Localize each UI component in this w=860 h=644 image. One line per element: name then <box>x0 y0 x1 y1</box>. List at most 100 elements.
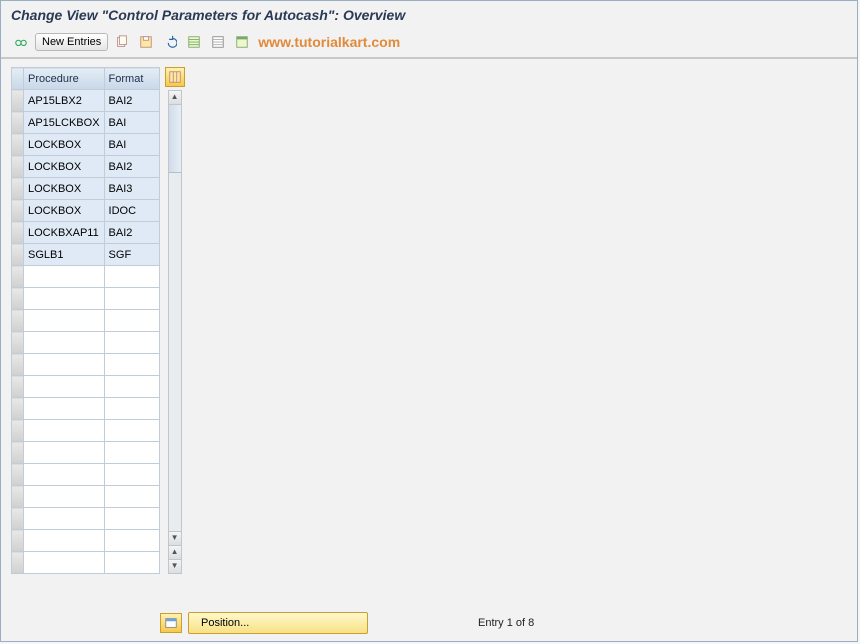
row-selector[interactable] <box>12 486 24 508</box>
table-row[interactable] <box>12 508 160 530</box>
cell-format[interactable] <box>104 530 159 552</box>
position-icon[interactable] <box>160 613 182 633</box>
cell-procedure[interactable] <box>24 376 105 398</box>
cell-procedure[interactable]: LOCKBOX <box>24 178 105 200</box>
column-header-procedure[interactable]: Procedure <box>24 68 105 90</box>
cell-format[interactable] <box>104 442 159 464</box>
row-selector[interactable] <box>12 442 24 464</box>
cell-procedure[interactable] <box>24 288 105 310</box>
table-row[interactable]: SGLB1SGF <box>12 244 160 266</box>
table-row[interactable] <box>12 552 160 574</box>
row-selector[interactable] <box>12 398 24 420</box>
cell-procedure[interactable]: LOCKBOX <box>24 200 105 222</box>
cell-procedure[interactable] <box>24 508 105 530</box>
row-selector[interactable] <box>12 178 24 200</box>
table-row[interactable]: AP15LCKBOXBAI <box>12 112 160 134</box>
row-selector[interactable] <box>12 244 24 266</box>
table-row[interactable] <box>12 288 160 310</box>
row-selector[interactable] <box>12 354 24 376</box>
copy-icon[interactable] <box>112 32 132 52</box>
cell-format[interactable] <box>104 508 159 530</box>
save-icon[interactable] <box>136 32 156 52</box>
table-row[interactable]: AP15LBX2BAI2 <box>12 90 160 112</box>
table-row[interactable] <box>12 398 160 420</box>
cell-procedure[interactable] <box>24 464 105 486</box>
cell-procedure[interactable] <box>24 530 105 552</box>
cell-procedure[interactable] <box>24 310 105 332</box>
row-selector[interactable] <box>12 222 24 244</box>
row-selector[interactable] <box>12 420 24 442</box>
scroll-up-icon[interactable]: ▲ <box>169 91 181 105</box>
cell-procedure[interactable] <box>24 420 105 442</box>
table-row[interactable]: LOCKBOXBAI <box>12 134 160 156</box>
cell-format[interactable] <box>104 266 159 288</box>
row-selector[interactable] <box>12 552 24 574</box>
table-row[interactable]: LOCKBOXIDOC <box>12 200 160 222</box>
glasses-icon[interactable] <box>11 32 31 52</box>
cell-format[interactable] <box>104 552 159 574</box>
row-selector[interactable] <box>12 134 24 156</box>
table-settings-icon[interactable] <box>232 32 252 52</box>
table-row[interactable] <box>12 332 160 354</box>
row-selector[interactable] <box>12 156 24 178</box>
table-row[interactable] <box>12 420 160 442</box>
row-selector[interactable] <box>12 376 24 398</box>
cell-format[interactable]: BAI3 <box>104 178 159 200</box>
cell-format[interactable] <box>104 376 159 398</box>
cell-procedure[interactable] <box>24 354 105 376</box>
cell-procedure[interactable] <box>24 266 105 288</box>
cell-format[interactable] <box>104 420 159 442</box>
cell-format[interactable]: BAI <box>104 112 159 134</box>
row-selector[interactable] <box>12 508 24 530</box>
cell-format[interactable]: SGF <box>104 244 159 266</box>
undo-icon[interactable] <box>160 32 180 52</box>
deselect-all-icon[interactable] <box>208 32 228 52</box>
cell-format[interactable] <box>104 464 159 486</box>
cell-procedure[interactable]: AP15LCKBOX <box>24 112 105 134</box>
cell-procedure[interactable]: LOCKBXAP11 <box>24 222 105 244</box>
cell-format[interactable] <box>104 332 159 354</box>
cell-procedure[interactable] <box>24 442 105 464</box>
cell-procedure[interactable]: AP15LBX2 <box>24 90 105 112</box>
table-row[interactable] <box>12 354 160 376</box>
cell-format[interactable]: BAI2 <box>104 222 159 244</box>
row-selector[interactable] <box>12 332 24 354</box>
row-selector[interactable] <box>12 112 24 134</box>
cell-procedure[interactable]: LOCKBOX <box>24 134 105 156</box>
table-row[interactable]: LOCKBOXBAI2 <box>12 156 160 178</box>
row-selector[interactable] <box>12 530 24 552</box>
scroll-down-icon[interactable]: ▼ <box>169 531 181 545</box>
cell-format[interactable] <box>104 288 159 310</box>
select-all-icon[interactable] <box>184 32 204 52</box>
vertical-scrollbar[interactable]: ▲ ▼ ▲ ▼ <box>168 90 182 574</box>
row-selector[interactable] <box>12 200 24 222</box>
table-row[interactable] <box>12 376 160 398</box>
position-button[interactable]: Position... <box>188 612 368 634</box>
row-selector[interactable] <box>12 90 24 112</box>
cell-procedure[interactable] <box>24 486 105 508</box>
table-row[interactable]: LOCKBXAP11BAI2 <box>12 222 160 244</box>
table-row[interactable] <box>12 266 160 288</box>
table-row[interactable] <box>12 464 160 486</box>
cell-format[interactable] <box>104 398 159 420</box>
row-selector[interactable] <box>12 266 24 288</box>
table-row[interactable] <box>12 530 160 552</box>
cell-procedure[interactable] <box>24 332 105 354</box>
new-entries-button[interactable]: New Entries <box>35 33 108 51</box>
table-row[interactable] <box>12 442 160 464</box>
parameters-table[interactable]: Procedure Format AP15LBX2BAI2AP15LCKBOXB… <box>11 67 160 574</box>
cell-procedure[interactable]: LOCKBOX <box>24 156 105 178</box>
column-header-format[interactable]: Format <box>104 68 159 90</box>
row-selector[interactable] <box>12 310 24 332</box>
cell-format[interactable]: BAI2 <box>104 156 159 178</box>
cell-format[interactable] <box>104 354 159 376</box>
scroll-down-icon[interactable]: ▲ <box>169 545 181 559</box>
cell-format[interactable]: BAI <box>104 134 159 156</box>
row-selector-header[interactable] <box>12 68 24 90</box>
table-row[interactable] <box>12 310 160 332</box>
cell-format[interactable] <box>104 486 159 508</box>
cell-procedure[interactable] <box>24 398 105 420</box>
row-selector[interactable] <box>12 288 24 310</box>
cell-format[interactable]: BAI2 <box>104 90 159 112</box>
cell-format[interactable]: IDOC <box>104 200 159 222</box>
